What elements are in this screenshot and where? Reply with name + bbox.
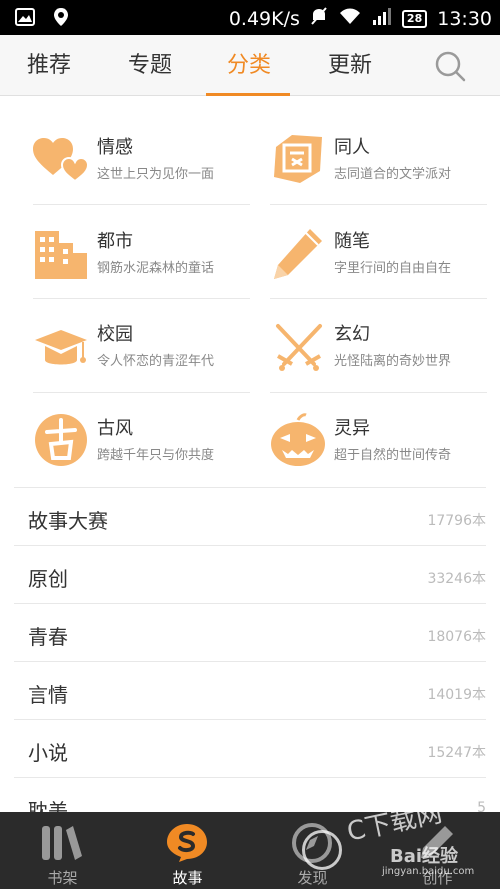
list-item-label: 原创: [28, 567, 68, 591]
nav-story[interactable]: 故事: [125, 812, 250, 889]
category-name: 校园: [97, 324, 133, 345]
category-name: 情感: [97, 137, 133, 158]
category-list: 故事大赛 17796本 原创 33246本 青春 18076本 言情 14019…: [14, 487, 486, 835]
list-item-count: 33246本: [427, 571, 486, 587]
status-bar: 0.49K/s 28 13:30: [0, 0, 500, 35]
category-desc: 这世上只为见你一面: [97, 167, 215, 182]
pumpkin-icon: [270, 412, 328, 468]
list-item-count: 15247本: [427, 745, 486, 761]
compass-icon: [290, 822, 334, 864]
category-name: 玄幻: [334, 324, 370, 345]
search-icon[interactable]: [433, 49, 467, 83]
category-xuanhuan[interactable]: 玄幻 光怪陆离的奇妙世界: [270, 300, 488, 393]
pencil-icon: [270, 225, 328, 281]
category-dushi[interactable]: 都市 钢筋水泥森林的童话: [33, 207, 251, 300]
nav-label: 故事: [172, 869, 203, 887]
category-name: 古风: [97, 418, 133, 439]
list-item[interactable]: 青春 18076本: [14, 603, 486, 661]
category-qinggan[interactable]: 情感 这世上只为见你一面: [33, 113, 251, 206]
nav-label: 发现: [297, 869, 328, 887]
category-desc: 光怪陆离的奇妙世界: [334, 354, 452, 369]
category-xiaoyuan[interactable]: 校园 令人怀恋的青涩年代: [33, 300, 251, 393]
list-item[interactable]: 小说 15247本: [14, 719, 486, 777]
list-item[interactable]: 故事大赛 17796本: [14, 487, 486, 545]
nav-bookshelf[interactable]: 书架: [0, 812, 125, 889]
category-desc: 跨越千年只与你共度: [97, 448, 215, 463]
tab-categories[interactable]: 分类: [214, 35, 284, 96]
nav-label: 创作: [422, 869, 453, 887]
list-item-count: 17796本: [427, 513, 486, 529]
battery-indicator: 28: [401, 9, 428, 28]
divider: [33, 204, 250, 205]
category-name: 都市: [97, 231, 133, 252]
tab-topics[interactable]: 专题: [115, 35, 185, 96]
category-name: 灵异: [334, 418, 370, 439]
nav-create[interactable]: 创作: [375, 812, 500, 889]
category-lingyi[interactable]: 灵异 超于自然的世间传奇: [270, 394, 488, 487]
divider: [33, 392, 250, 393]
divider: [33, 298, 250, 299]
tongren-badge-icon: [270, 131, 328, 187]
category-name: 同人: [334, 137, 370, 158]
mute-icon: [310, 6, 328, 31]
category-desc: 字里行间的自由自在: [334, 261, 452, 276]
list-item-label: 言情: [28, 683, 68, 707]
top-tab-bar: 推荐 专题 分类 更新: [0, 35, 500, 96]
list-item-count: 18076本: [427, 629, 486, 645]
category-desc: 令人怀恋的青涩年代: [97, 354, 215, 369]
category-desc: 钢筋水泥森林的童话: [97, 261, 215, 276]
active-tab-indicator: [206, 93, 290, 96]
create-icon: [415, 822, 459, 864]
wifi-icon: [338, 6, 362, 31]
gu-character-icon: [33, 412, 91, 468]
list-item-label: 小说: [28, 741, 68, 765]
nav-label: 书架: [47, 869, 78, 887]
list-item-label: 青春: [28, 625, 68, 649]
divider: [270, 298, 487, 299]
clock: 13:30: [437, 7, 492, 30]
divider: [270, 204, 487, 205]
city-buildings-icon: [33, 225, 91, 281]
hearts-icon: [33, 131, 91, 187]
category-name: 随笔: [334, 231, 370, 252]
network-speed: 0.49K/s: [228, 7, 300, 30]
bookshelf-icon: [40, 822, 84, 864]
category-tongren[interactable]: 同人 志同道合的文学派对: [270, 113, 488, 206]
category-desc: 志同道合的文学派对: [334, 167, 452, 182]
location-notification-icon: [50, 7, 72, 27]
list-item-label: 故事大赛: [28, 509, 108, 533]
list-item[interactable]: 原创 33246本: [14, 545, 486, 603]
category-desc: 超于自然的世间传奇: [334, 448, 452, 463]
bottom-nav: 书架 故事 发现 创作: [0, 812, 500, 889]
list-item[interactable]: 言情 14019本: [14, 661, 486, 719]
tab-updates[interactable]: 更新: [315, 35, 385, 96]
list-item-count: 14019本: [427, 687, 486, 703]
tab-recommend[interactable]: 推荐: [14, 35, 84, 96]
image-notification-icon: [14, 7, 36, 27]
crossed-swords-icon: [270, 318, 328, 374]
nav-discover[interactable]: 发现: [250, 812, 375, 889]
category-suibi[interactable]: 随笔 字里行间的自由自在: [270, 207, 488, 300]
category-gufeng[interactable]: 古风 跨越千年只与你共度: [33, 394, 251, 487]
graduation-cap-icon: [33, 318, 91, 374]
signal-icon: [372, 6, 392, 31]
story-s-icon: [165, 822, 209, 864]
divider: [270, 392, 487, 393]
